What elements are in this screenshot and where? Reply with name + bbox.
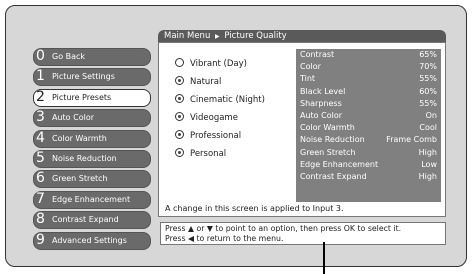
setting-label: Black Level xyxy=(300,86,346,96)
setting-row-contrast: Contrast 65% xyxy=(296,49,441,61)
radio-button-icon xyxy=(175,148,184,157)
menu-item-auto-color[interactable]: 3 Auto Color xyxy=(33,109,151,128)
preset-option-professional[interactable]: Professional xyxy=(175,127,265,145)
setting-label: Noise Reduction xyxy=(300,135,365,145)
settings-summary: Contrast 65% Color 70% Tint 55% Black Level… xyxy=(296,49,441,202)
radio-button-icon xyxy=(175,76,184,85)
preset-options: Vibrant (Day) Natural Cinematic (Night) … xyxy=(175,55,265,163)
preset-option-label: Natural xyxy=(190,77,222,87)
setting-row-noise-reduction: Noise Reduction Frame Comb xyxy=(296,134,441,146)
preset-option-label: Videogame xyxy=(190,113,238,123)
setting-value: Frame Comb xyxy=(386,135,437,145)
menu-item-label: Green Stretch xyxy=(52,174,108,184)
preset-option-personal[interactable]: Personal xyxy=(175,145,265,163)
radio-button-icon xyxy=(175,130,184,139)
setting-value: Low xyxy=(421,159,437,169)
menu-item-green-stretch[interactable]: 6 Green Stretch xyxy=(33,170,151,189)
breadcrumb: Main Menu ▶ Picture Quality xyxy=(158,30,446,42)
setting-value: Cool xyxy=(419,123,437,133)
setting-row-contrast-expand: Contrast Expand High xyxy=(296,171,441,183)
setting-value: 65% xyxy=(419,50,437,59)
setting-label: Color xyxy=(300,62,321,72)
menu-item-number: 7 xyxy=(36,190,45,207)
setting-row-color-warmth: Color Warmth Cool xyxy=(296,122,441,134)
breadcrumb-separator-icon: ▶ xyxy=(215,33,220,40)
menu-item-picture-settings[interactable]: 1 Picture Settings xyxy=(33,68,151,87)
help-text-box: Press ▲ or ▼ to point to an option, then… xyxy=(160,222,446,245)
help-line-2: Press ◀ to return to the menu. xyxy=(165,233,284,243)
menu-item-number: 2 xyxy=(36,88,45,105)
preset-option-cinematic-night[interactable]: Cinematic (Night) xyxy=(175,91,265,109)
breadcrumb-current: Picture Quality xyxy=(224,31,287,41)
setting-row-color: Color 70% xyxy=(296,61,441,73)
breadcrumb-root: Main Menu xyxy=(164,31,211,41)
menu-item-go-back[interactable]: 0 Go Back xyxy=(33,48,151,66)
setting-label: Auto Color xyxy=(300,110,343,120)
menu-item-number: 1 xyxy=(36,68,45,85)
menu-item-edge-enhancement[interactable]: 7 Edge Enhancement xyxy=(33,190,151,209)
setting-row-tint: Tint 55% xyxy=(296,73,441,85)
radio-button-icon xyxy=(175,112,184,121)
preset-option-natural[interactable]: Natural xyxy=(175,73,265,91)
menu-item-label: Picture Settings xyxy=(52,72,115,82)
menu-item-number: 0 xyxy=(36,48,45,64)
setting-label: Tint xyxy=(300,74,316,84)
setting-row-edge-enhancement: Edge Enhancement Low xyxy=(296,159,441,171)
setting-value: High xyxy=(418,171,437,181)
preset-option-label: Personal xyxy=(190,149,227,159)
input-note: A change in this screen is applied to In… xyxy=(165,204,344,213)
menu-item-label: Picture Presets xyxy=(52,92,112,102)
setting-row-sharpness: Sharpness 55% xyxy=(296,98,441,110)
menu-item-noise-reduction[interactable]: 5 Noise Reduction xyxy=(33,149,151,168)
setting-row-black-level: Black Level 60% xyxy=(296,86,441,98)
menu-item-number: 9 xyxy=(36,231,45,248)
menu-item-number: 4 xyxy=(36,129,45,146)
menu-item-label: Auto Color xyxy=(52,113,95,123)
setting-row-auto-color: Auto Color On xyxy=(296,110,441,122)
menu-item-number: 5 xyxy=(36,149,45,166)
setting-row-green-stretch: Green Stretch High xyxy=(296,147,441,159)
menu-item-number: 3 xyxy=(36,109,45,126)
menu-item-label: Go Back xyxy=(52,52,86,61)
preset-option-vibrant-day[interactable]: Vibrant (Day) xyxy=(175,55,265,73)
preset-option-label: Professional xyxy=(190,131,242,141)
setting-value: On xyxy=(425,110,437,120)
menu-item-contrast-expand[interactable]: 8 Contrast Expand xyxy=(33,211,151,230)
menu-item-label: Noise Reduction xyxy=(52,153,117,163)
main-menu: 0 Go Back 1 Picture Settings 2 Picture P… xyxy=(33,48,151,252)
menu-item-label: Edge Enhancement xyxy=(52,194,131,204)
menu-item-number: 6 xyxy=(36,170,45,187)
radio-button-icon xyxy=(175,58,184,67)
callout-pointer-line xyxy=(323,242,325,274)
menu-item-picture-presets[interactable]: 2 Picture Presets xyxy=(33,88,151,107)
radio-button-icon xyxy=(175,94,184,103)
setting-label: Contrast xyxy=(300,50,335,59)
setting-label: Contrast Expand xyxy=(300,171,367,181)
setting-value: 55% xyxy=(419,98,437,108)
setting-value: 55% xyxy=(419,74,437,84)
menu-item-label: Advanced Settings xyxy=(52,235,127,245)
menu-item-label: Color Warmth xyxy=(52,133,107,143)
setting-value: 70% xyxy=(419,62,437,72)
menu-item-number: 8 xyxy=(36,211,45,228)
help-line-1: Press ▲ or ▼ to point to an option, then… xyxy=(165,224,402,233)
setting-label: Sharpness xyxy=(300,98,342,108)
setting-label: Edge Enhancement xyxy=(300,159,379,169)
setting-label: Green Stretch xyxy=(300,147,356,157)
preset-option-videogame[interactable]: Videogame xyxy=(175,109,265,127)
menu-item-color-warmth[interactable]: 4 Color Warmth xyxy=(33,129,151,148)
setting-value: 60% xyxy=(419,86,437,96)
setting-label: Color Warmth xyxy=(300,123,355,133)
preset-option-label: Cinematic (Night) xyxy=(190,95,265,105)
menu-item-label: Contrast Expand xyxy=(52,215,119,225)
preset-option-label: Vibrant (Day) xyxy=(190,59,247,69)
setting-value: High xyxy=(418,147,437,157)
menu-item-advanced-settings[interactable]: 9 Advanced Settings xyxy=(33,231,151,250)
picture-presets-panel: Vibrant (Day) Natural Cinematic (Night) … xyxy=(158,42,446,217)
